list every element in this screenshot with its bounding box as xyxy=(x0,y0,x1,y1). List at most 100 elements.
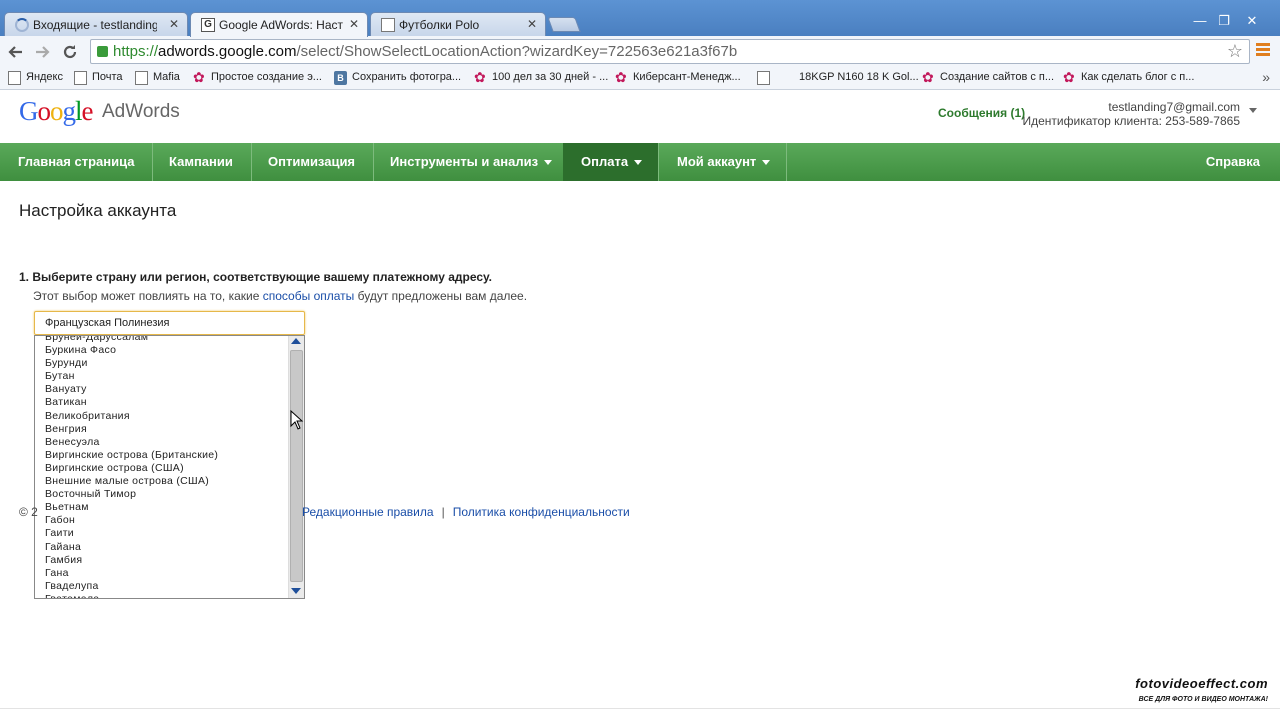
bookmark-item[interactable]: ✿ Простое создание э... xyxy=(193,70,322,84)
browser-tab-strip: Входящие - testlanding7@ ✕ G Google AdWo… xyxy=(0,0,1280,37)
country-option[interactable]: Бурунди xyxy=(35,357,287,370)
country-option[interactable]: Бруней-Даруссалам xyxy=(35,336,287,344)
document-icon xyxy=(381,18,395,32)
country-option[interactable]: Вьетнам xyxy=(35,501,287,514)
scroll-up-arrow-icon[interactable] xyxy=(291,338,301,344)
logo-letter: g xyxy=(62,96,76,126)
footer-copyright: © 2 xyxy=(19,505,38,519)
star-icon[interactable]: ☆ xyxy=(1227,41,1243,62)
nav-tools[interactable]: Инструменты и анализ xyxy=(372,143,572,181)
bookmark-item[interactable]: ✿ 100 дел за 30 дней - ... xyxy=(474,69,608,85)
bookmark-item[interactable]: Mafia xyxy=(135,71,180,85)
bookmark-item[interactable]: Яндекс xyxy=(8,71,63,85)
country-option[interactable]: Габон xyxy=(35,514,287,527)
country-select[interactable]: Французская Полинезия xyxy=(34,311,305,335)
bookmark-item[interactable]: 18KGP N160 18 K Gol... xyxy=(757,71,919,85)
step-heading: 1. Выберите страну или регион, соответст… xyxy=(19,270,492,284)
bookmark-item[interactable]: ✿ Киберсант-Менедж... xyxy=(615,70,741,84)
bookmark-item[interactable]: B Сохранить фотогра... xyxy=(334,71,461,85)
page-divider xyxy=(0,708,1280,709)
scrollbar[interactable] xyxy=(288,336,304,598)
arrow-right-icon xyxy=(36,46,50,58)
country-option[interactable]: Вануату xyxy=(35,383,287,396)
step-note: Этот выбор может повлиять на то, какие с… xyxy=(33,289,527,303)
nav-help[interactable]: Справка xyxy=(1206,143,1260,181)
country-option[interactable]: Гваделупа xyxy=(35,580,287,593)
country-option[interactable]: Гамбия xyxy=(35,554,287,567)
watermark-title: fotovideoeffect.com xyxy=(1135,676,1268,691)
bookmark-label: Почта xyxy=(92,71,123,83)
tab-inbox[interactable]: Входящие - testlanding7@ ✕ xyxy=(4,12,188,36)
google-favicon-icon: G xyxy=(201,18,215,32)
editorial-policy-link[interactable]: Редакционные правила xyxy=(302,505,434,519)
chevron-down-icon[interactable] xyxy=(1249,108,1257,113)
country-option[interactable]: Гватемала xyxy=(35,593,287,598)
back-button[interactable] xyxy=(6,42,26,62)
country-option[interactable]: Виргинские острова (США) xyxy=(35,462,287,475)
tab-polo[interactable]: Футболки Polo ✕ xyxy=(370,12,546,36)
lock-icon xyxy=(97,46,108,57)
privacy-policy-link[interactable]: Политика конфиденциальности xyxy=(453,505,630,519)
caret-down-icon xyxy=(634,160,643,166)
page-title: Настройка аккаунта xyxy=(19,201,177,220)
gear-icon: ✿ xyxy=(474,69,486,85)
document-icon xyxy=(74,71,87,85)
bookmark-item[interactable]: ✿ Как сделать блог с п... xyxy=(1063,70,1194,84)
bookmark-item[interactable]: Почта xyxy=(74,71,123,85)
nav-my-account[interactable]: Мой аккаунт xyxy=(659,143,787,181)
caret-down-icon xyxy=(544,160,553,166)
bookmarks-more-button[interactable]: » xyxy=(1262,69,1270,85)
maximize-button[interactable]: ❐ xyxy=(1212,12,1236,30)
logo-letter: o xyxy=(37,96,51,126)
new-tab-button[interactable] xyxy=(547,17,581,32)
forward-button[interactable] xyxy=(32,42,52,62)
country-option[interactable]: Великобритания xyxy=(35,410,287,423)
nav-optimization[interactable]: Оптимизация xyxy=(250,143,375,181)
note-text: Этот выбор может повлиять на то, какие xyxy=(33,289,263,303)
country-option[interactable]: Гана xyxy=(35,567,287,580)
url-text[interactable]: https://adwords.google.com/select/ShowSe… xyxy=(113,43,737,60)
logo-letter: o xyxy=(50,96,63,126)
bookmark-label: 18KGP N160 18 K Gol... xyxy=(799,71,919,83)
google-logo[interactable]: Google xyxy=(19,96,93,127)
product-name: AdWords xyxy=(102,101,180,122)
bookmark-label: Простое создание э... xyxy=(211,71,322,83)
country-dropdown-list[interactable]: Бруней-Даруссалам Буркина Фасо Бурунди Бута… xyxy=(34,335,305,599)
minimize-button[interactable]: — xyxy=(1188,12,1212,30)
close-icon[interactable]: ✕ xyxy=(349,17,359,31)
reload-button[interactable] xyxy=(60,42,80,62)
close-icon[interactable]: ✕ xyxy=(527,17,537,31)
scroll-down-arrow-icon[interactable] xyxy=(291,588,301,594)
bookmark-item[interactable]: ✿ Создание сайтов с п... xyxy=(922,70,1055,84)
payment-methods-link[interactable]: способы оплаты xyxy=(263,289,355,303)
note-text: будут предложены вам далее. xyxy=(354,289,528,303)
country-option[interactable]: Венесуэла xyxy=(35,436,287,449)
address-bar[interactable]: https://adwords.google.com/select/ShowSe… xyxy=(90,39,1250,64)
nav-billing[interactable]: Оплата xyxy=(563,143,659,181)
browser-menu-icon[interactable] xyxy=(1256,43,1270,59)
nav-home[interactable]: Главная страница xyxy=(0,143,154,181)
user-email[interactable]: testlanding7@gmail.com xyxy=(1108,100,1240,114)
country-option[interactable]: Гаити xyxy=(35,527,287,540)
nav-campaigns[interactable]: Кампании xyxy=(151,143,252,181)
country-option[interactable]: Бутан xyxy=(35,370,287,383)
tab-label: Футболки Polo xyxy=(399,18,480,32)
country-option[interactable]: Виргинские острова (Британские) xyxy=(35,449,287,462)
country-option[interactable]: Восточный Тимор xyxy=(35,488,287,501)
country-option[interactable]: Ватикан xyxy=(35,396,287,409)
bookmarks-bar: Яндекс Почта Mafia ✿ Простое создание э..… xyxy=(0,68,1280,90)
window-close-button[interactable]: ✕ xyxy=(1240,12,1264,30)
messages-link[interactable]: Сообщения (1) xyxy=(938,106,1025,120)
nav-label: Мой аккаунт xyxy=(677,154,757,169)
country-option[interactable]: Внешние малые острова (США) xyxy=(35,475,287,488)
tab-adwords[interactable]: G Google AdWords: Настрой ✕ xyxy=(190,12,368,37)
country-options: Бруней-Даруссалам Буркина Фасо Бурунди Бута… xyxy=(35,336,287,598)
country-option[interactable]: Гайана xyxy=(35,541,287,554)
nav-label: Оплата xyxy=(581,154,629,169)
bookmark-label: Создание сайтов с п... xyxy=(940,71,1055,83)
scroll-thumb[interactable] xyxy=(290,350,303,582)
document-icon xyxy=(8,71,21,85)
country-option[interactable]: Буркина Фасо xyxy=(35,344,287,357)
country-option[interactable]: Венгрия xyxy=(35,423,287,436)
close-icon[interactable]: ✕ xyxy=(169,17,179,31)
